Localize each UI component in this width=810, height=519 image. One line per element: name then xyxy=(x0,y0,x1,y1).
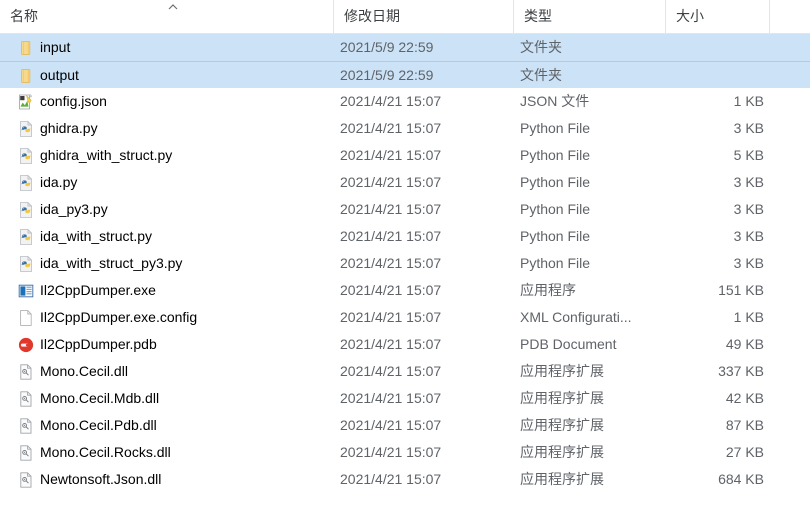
file-date-cell: 2021/4/21 15:07 xyxy=(340,228,442,244)
file-list: input 2021/5/9 22:59 文件夹 output 2021/5/9 22:… xyxy=(0,34,810,493)
file-date-cell: 2021/4/21 15:07 xyxy=(340,390,442,406)
column-header-size[interactable]: 大小 xyxy=(665,0,770,33)
file-type-cell: Python File xyxy=(520,255,591,271)
file-type-cell: 应用程序扩展 xyxy=(520,417,604,433)
file-size-cell: 151 KB xyxy=(718,282,764,298)
column-header-row: 名称 修改日期 类型 大小 xyxy=(0,0,810,34)
file-name-cell: ida_with_struct_py3.py xyxy=(40,255,183,271)
file-name-cell: Mono.Cecil.Mdb.dll xyxy=(40,390,160,406)
file-type-cell: 文件夹 xyxy=(520,67,562,83)
column-header-type[interactable]: 类型 xyxy=(513,0,665,33)
file-name-cell: ghidra_with_struct.py xyxy=(40,147,173,163)
file-type-cell: 应用程序扩展 xyxy=(520,471,604,487)
file-name-cell: output xyxy=(40,67,79,83)
file-row[interactable]: Mono.Cecil.Pdb.dll 2021/4/21 15:07 应用程序扩展 8… xyxy=(0,412,810,439)
file-type-cell: JSON 文件 xyxy=(520,93,590,109)
file-size-cell: 337 KB xyxy=(718,363,764,379)
file-row[interactable]: Newtonsoft.Json.dll 2021/4/21 15:07 应用程序扩展… xyxy=(0,466,810,493)
file-size-cell: 684 KB xyxy=(718,471,764,487)
caret-up-icon xyxy=(166,2,180,12)
file-date-cell: 2021/4/21 15:07 xyxy=(340,147,442,163)
file-date-cell: 2021/4/21 15:07 xyxy=(340,120,442,136)
file-type-cell: PDB Document xyxy=(520,336,617,352)
file-size-cell: 87 KB xyxy=(725,417,764,433)
file-type-cell: 应用程序扩展 xyxy=(520,444,604,460)
file-date-cell: 2021/5/9 22:59 xyxy=(340,39,434,55)
file-size-cell: 3 KB xyxy=(733,255,764,271)
file-explorer-list-view: 名称 修改日期 类型 大小 input 2021/5/9 22:59 文件夹 outp… xyxy=(0,0,810,519)
file-size-cell: 3 KB xyxy=(733,120,764,136)
file-size-cell: 3 KB xyxy=(733,174,764,190)
file-size-cell xyxy=(660,34,764,61)
column-header-name[interactable]: 名称 xyxy=(0,0,333,33)
file-row[interactable]: Mono.Cecil.Rocks.dll 2021/4/21 15:07 应用程序扩… xyxy=(0,439,810,466)
file-row[interactable]: ghidra_with_struct.py 2021/4/21 15:07 Pyth… xyxy=(0,142,810,169)
file-name-cell: Il2CppDumper.pdb xyxy=(40,336,157,352)
file-date-cell: 2021/4/21 15:07 xyxy=(340,363,442,379)
file-date-cell: 2021/4/21 15:07 xyxy=(340,444,442,460)
file-row[interactable]: Mono.Cecil.Mdb.dll 2021/4/21 15:07 应用程序扩展 4… xyxy=(0,385,810,412)
file-name-cell: ida_py3.py xyxy=(40,201,108,217)
column-header-date-label: 修改日期 xyxy=(344,8,400,24)
file-date-cell: 2021/4/21 15:07 xyxy=(340,201,442,217)
file-row[interactable]: Il2CppDumper.exe 2021/4/21 15:07 应用程序 151 K… xyxy=(0,277,810,304)
file-row[interactable]: config.json 2021/4/21 15:07 JSON 文件 1 KB xyxy=(0,88,810,115)
file-name-cell: Mono.Cecil.Pdb.dll xyxy=(40,417,157,433)
file-row[interactable]: Mono.Cecil.dll 2021/4/21 15:07 应用程序扩展 337 K… xyxy=(0,358,810,385)
file-date-cell: 2021/4/21 15:07 xyxy=(340,336,442,352)
file-size-cell: 5 KB xyxy=(733,147,764,163)
file-row[interactable]: Il2CppDumper.pdb 2021/4/21 15:07 PDB Docum… xyxy=(0,331,810,358)
file-type-cell: Python File xyxy=(520,201,591,217)
file-row[interactable]: ida_py3.py 2021/4/21 15:07 Python File 3 KB xyxy=(0,196,810,223)
file-name-cell: ida.py xyxy=(40,174,78,190)
file-name-cell: input xyxy=(40,39,71,55)
file-type-cell: 应用程序扩展 xyxy=(520,390,604,406)
file-size-cell: 3 KB xyxy=(733,201,764,217)
file-date-cell: 2021/4/21 15:07 xyxy=(340,417,442,433)
file-row[interactable]: ida_with_struct.py 2021/4/21 15:07 Python … xyxy=(0,223,810,250)
file-type-cell: Python File xyxy=(520,228,591,244)
file-name-cell: Newtonsoft.Json.dll xyxy=(40,471,162,487)
file-date-cell: 2021/4/21 15:07 xyxy=(340,174,442,190)
file-name-cell: Il2CppDumper.exe.config xyxy=(40,309,198,325)
file-date-cell: 2021/5/9 22:59 xyxy=(340,67,434,83)
file-type-cell: Python File xyxy=(520,120,591,136)
file-date-cell: 2021/4/21 15:07 xyxy=(340,471,442,487)
file-type-cell: 应用程序 xyxy=(520,282,576,298)
file-date-cell: 2021/4/21 15:07 xyxy=(340,309,442,325)
file-type-cell: 文件夹 xyxy=(520,39,562,55)
file-name-cell: Mono.Cecil.dll xyxy=(40,363,128,379)
file-name-cell: ida_with_struct.py xyxy=(40,228,153,244)
file-row[interactable]: input 2021/5/9 22:59 文件夹 xyxy=(0,34,810,61)
file-name-cell: Il2CppDumper.exe xyxy=(40,282,156,298)
file-size-cell: 1 KB xyxy=(733,93,764,109)
file-type-cell: XML Configurati... xyxy=(520,309,632,325)
file-size-cell: 27 KB xyxy=(725,444,764,460)
column-header-size-label: 大小 xyxy=(676,8,704,24)
file-row[interactable]: ida.py 2021/4/21 15:07 Python File 3 KB xyxy=(0,169,810,196)
column-header-date[interactable]: 修改日期 xyxy=(333,0,513,33)
file-name-cell: ghidra.py xyxy=(40,120,98,136)
file-date-cell: 2021/4/21 15:07 xyxy=(340,93,442,109)
file-row[interactable]: ida_with_struct_py3.py 2021/4/21 15:07 Pyt… xyxy=(0,250,810,277)
file-size-cell xyxy=(660,62,764,89)
file-type-cell: Python File xyxy=(520,147,591,163)
file-name-cell: Mono.Cecil.Rocks.dll xyxy=(40,444,171,460)
file-name-cell: config.json xyxy=(40,93,107,109)
column-header-name-label: 名称 xyxy=(10,8,38,24)
file-size-cell: 49 KB xyxy=(725,336,764,352)
file-size-cell: 3 KB xyxy=(733,228,764,244)
file-size-cell: 1 KB xyxy=(733,309,764,325)
file-date-cell: 2021/4/21 15:07 xyxy=(340,255,442,271)
file-type-cell: 应用程序扩展 xyxy=(520,363,604,379)
column-header-type-label: 类型 xyxy=(524,8,552,24)
file-type-cell: Python File xyxy=(520,174,591,190)
file-date-cell: 2021/4/21 15:07 xyxy=(340,282,442,298)
file-row[interactable]: output 2021/5/9 22:59 文件夹 xyxy=(0,61,810,88)
file-row[interactable]: Il2CppDumper.exe.config 2021/4/21 15:07 XM… xyxy=(0,304,810,331)
file-size-cell: 42 KB xyxy=(725,390,764,406)
file-row[interactable]: ghidra.py 2021/4/21 15:07 Python File 3 KB xyxy=(0,115,810,142)
